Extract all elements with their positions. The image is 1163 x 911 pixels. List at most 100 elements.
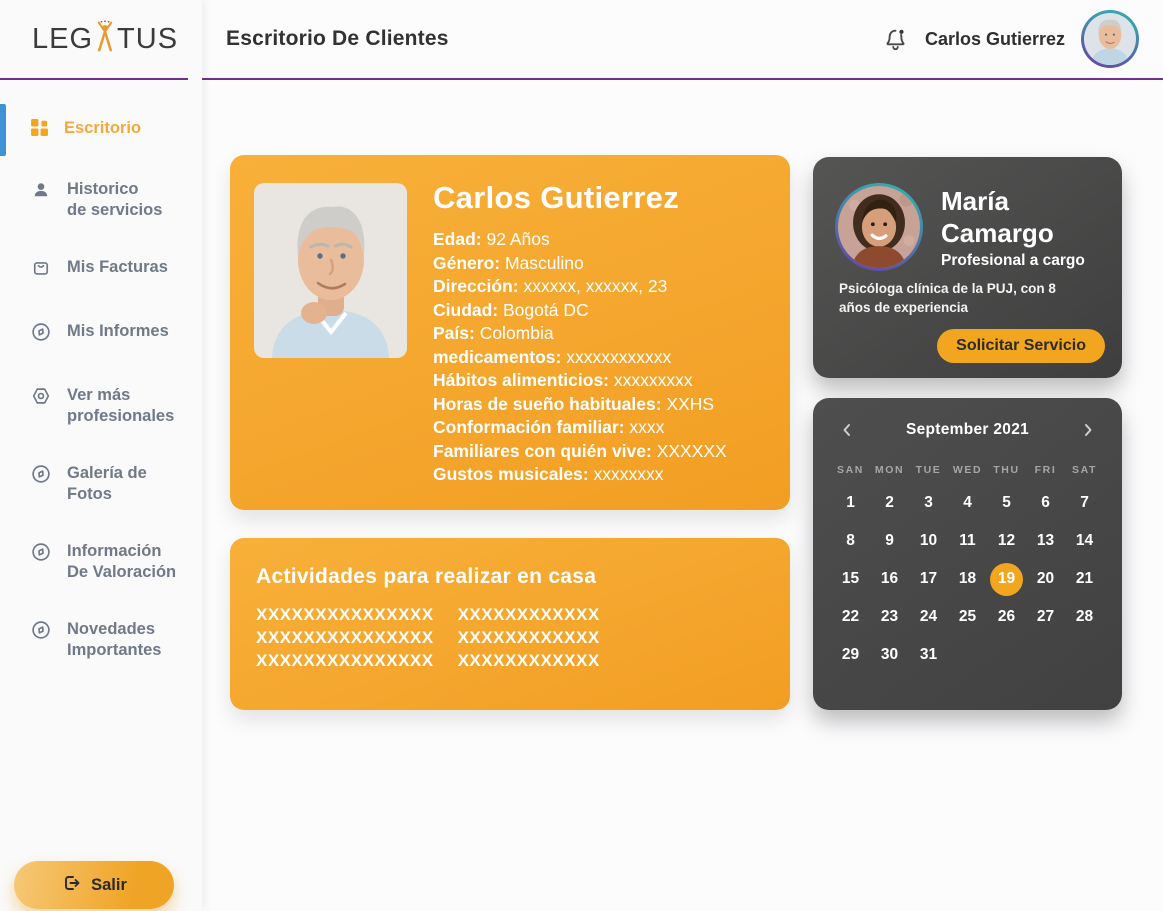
calendar-weekday: FRI	[1026, 464, 1065, 476]
calendar-day[interactable]: 13	[1026, 522, 1065, 560]
calendar-day[interactable]: 1	[831, 484, 870, 522]
profile-field: Gustos musicales: xxxxxxxx	[433, 463, 773, 487]
compass-icon	[30, 619, 52, 647]
brand-logo: LEG TUS	[0, 0, 188, 80]
logo-text-left: LEG	[32, 23, 93, 56]
calendar-day[interactable]: 6	[1026, 484, 1065, 522]
calendar-day[interactable]: 2	[870, 484, 909, 522]
calendar-day[interactable]: 12	[987, 522, 1026, 560]
compass-icon	[30, 541, 52, 569]
sidebar-menu: Escritorio Historicode servicios	[0, 80, 202, 861]
top-header: Escritorio De Clientes Carlos Gutierrez	[202, 0, 1163, 80]
calendar-day[interactable]: 27	[1026, 598, 1065, 636]
calendar-weekdays: SANMONTUEWEDTHUFRISAT	[831, 464, 1104, 476]
content-area: Carlos Gutierrez Edad: 92 AñosGénero: Ma…	[202, 80, 1163, 911]
calendar-day[interactable]: 3	[909, 484, 948, 522]
calendar-day[interactable]: 28	[1065, 598, 1104, 636]
app-window: LEG TUS	[0, 0, 1163, 911]
logout-icon	[61, 873, 81, 898]
calendar-day[interactable]: 24	[909, 598, 948, 636]
calendar-weekday: TUE	[909, 464, 948, 476]
bell-icon[interactable]	[882, 26, 909, 53]
activity-row: XXXXXXXXXXXXXXXXXXXXXXXXXXX	[256, 649, 790, 672]
calendar-month-label: September 2021	[906, 421, 1029, 439]
calendar-day[interactable]: 31	[909, 636, 948, 674]
calendar-day[interactable]: 29	[831, 636, 870, 674]
page-title: Escritorio De Clientes	[226, 27, 449, 51]
calendar-weekday: MON	[870, 464, 909, 476]
professional-name: María Camargo	[941, 185, 1085, 249]
calendar-day[interactable]: 4	[948, 484, 987, 522]
calendar-days-grid: 1234567891011121314151617181920212223242…	[831, 484, 1104, 674]
calendar-day[interactable]: 11	[948, 522, 987, 560]
calendar-day[interactable]: 22	[831, 598, 870, 636]
professional-description: Psicóloga clínica de la PUJ, con 8 años …	[839, 279, 1089, 317]
sidebar-item-label: Historicode servicios	[67, 179, 162, 221]
calendar-day[interactable]: 21	[1065, 560, 1104, 598]
grid-icon	[30, 118, 49, 143]
chevron-right-icon[interactable]	[1078, 420, 1098, 440]
sidebar-item-historico-de-servicios[interactable]: Historicode servicios	[0, 179, 202, 221]
calendar-day[interactable]: 20	[1026, 560, 1065, 598]
client-info: Carlos Gutierrez Edad: 92 AñosGénero: Ma…	[433, 180, 773, 487]
calendar-day[interactable]: 15	[831, 560, 870, 598]
header-user-name[interactable]: Carlos Gutierrez	[925, 29, 1065, 50]
professional-avatar	[835, 183, 923, 271]
calendar-day[interactable]: 18	[948, 560, 987, 598]
sidebar-item-novedades-importantes[interactable]: NovedadesImportantes	[0, 619, 202, 661]
calendar-day[interactable]: 8	[831, 522, 870, 560]
activity-row: XXXXXXXXXXXXXXXXXXXXXXXXXXX	[256, 626, 790, 649]
calendar-day[interactable]: 5	[987, 484, 1026, 522]
calendar-weekday: SAT	[1065, 464, 1104, 476]
activity-row: XXXXXXXXXXXXXXXXXXXXXXXXXXX	[256, 603, 790, 626]
chevron-left-icon[interactable]	[837, 420, 857, 440]
calendar-day[interactable]: 17	[909, 560, 948, 598]
calendar-day[interactable]: 30	[870, 636, 909, 674]
compass-icon	[30, 463, 52, 491]
profile-field: País: Colombia	[433, 322, 773, 346]
sidebar-item-label: InformaciónDe Valoración	[67, 541, 176, 583]
professional-card: María Camargo Profesional a cargo Psicól…	[813, 157, 1122, 378]
sidebar-item-informacion-de-valoracion[interactable]: InformaciónDe Valoración	[0, 541, 202, 583]
profile-field: Dirección: xxxxxx, xxxxxx, 23	[433, 275, 773, 299]
calendar-day[interactable]: 19	[987, 560, 1026, 598]
professional-role: Profesional a cargo	[941, 252, 1085, 270]
sidebar-item-label: Mis Facturas	[67, 257, 168, 278]
sidebar-item-label: Escritorio	[64, 118, 141, 139]
calendar-day[interactable]: 25	[948, 598, 987, 636]
client-photo	[254, 183, 407, 358]
sidebar-item-galeria-de-fotos[interactable]: Galería deFotos	[0, 463, 202, 505]
calendar-day[interactable]: 14	[1065, 522, 1104, 560]
compass-icon	[30, 321, 52, 349]
logout-button[interactable]: Salir	[14, 861, 174, 909]
calendar-day[interactable]: 16	[870, 560, 909, 598]
professional-name-block: María Camargo Profesional a cargo	[941, 185, 1085, 270]
request-service-button[interactable]: Solicitar Servicio	[937, 329, 1105, 363]
sidebar-item-escritorio[interactable]: Escritorio	[0, 118, 202, 143]
calendar-header: September 2021	[813, 398, 1122, 440]
calendar-day[interactable]: 9	[870, 522, 909, 560]
calendar-day[interactable]: 10	[909, 522, 948, 560]
calendar-day[interactable]: 26	[987, 598, 1026, 636]
calendar-weekday: SAN	[831, 464, 870, 476]
sidebar-item-label: NovedadesImportantes	[67, 619, 161, 661]
activities-title: Actividades para realizar en casa	[256, 565, 790, 589]
profile-field: Género: Masculino	[433, 252, 773, 276]
main-area: Escritorio De Clientes Carlos Gutierrez	[202, 0, 1163, 911]
sidebar-item-mis-informes[interactable]: Mis Informes	[0, 321, 202, 349]
logo-person-icon	[94, 20, 116, 57]
profile-field: Hábitos alimenticios: xxxxxxxxx	[433, 369, 773, 393]
user-avatar[interactable]	[1081, 10, 1139, 68]
profile-field: Ciudad: Bogotá DC	[433, 299, 773, 323]
calendar-weekday: THU	[987, 464, 1026, 476]
calendar-day[interactable]: 23	[870, 598, 909, 636]
sidebar-item-mis-facturas[interactable]: Mis Facturas	[0, 257, 202, 285]
profile-field: Horas de sueño habituales: XXHS	[433, 393, 773, 417]
profile-field: Familiares con quién vive: XXXXXX	[433, 440, 773, 464]
activities-list: XXXXXXXXXXXXXXXXXXXXXXXXXXXXXXXXXXXXXXXX…	[256, 603, 790, 672]
calendar-day[interactable]: 7	[1065, 484, 1104, 522]
activities-card: Actividades para realizar en casa XXXXXX…	[230, 538, 790, 710]
sidebar-item-ver-mas-profesionales[interactable]: Ver másprofesionales	[0, 385, 202, 427]
logout-label: Salir	[91, 876, 127, 895]
sidebar-item-label: Ver másprofesionales	[67, 385, 174, 427]
